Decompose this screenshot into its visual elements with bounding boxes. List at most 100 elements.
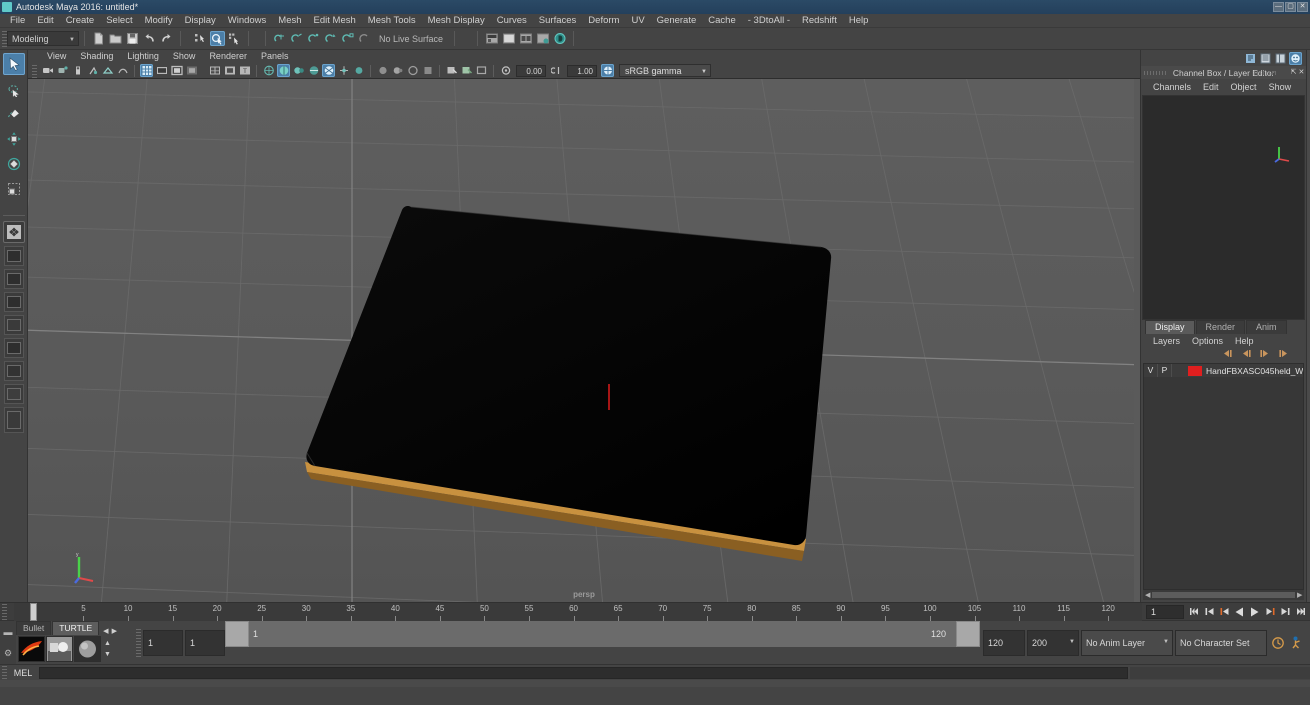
undo-icon[interactable] [142,31,157,46]
grid-toggle-icon[interactable] [101,64,114,77]
shadows-icon[interactable] [337,64,350,77]
shelf-options-icon[interactable]: ⚙ [3,648,13,658]
menu-3dtoall[interactable]: - 3DtoAll - [742,14,796,28]
select-by-object-icon[interactable] [210,31,225,46]
outliner-persp-layout[interactable] [3,384,24,404]
channel-edit-menu[interactable]: Edit [1197,82,1225,92]
shelf-scroll-up-icon[interactable]: ▲ [104,640,111,647]
persp-outliner-layout[interactable] [3,315,24,335]
options-menu[interactable]: Options [1186,336,1229,346]
layer-row[interactable]: V P HandFBXASC045held_W [1144,364,1304,377]
snap-to-point-icon[interactable] [306,31,321,46]
playback-end-field[interactable]: 200 [1027,629,1079,656]
exposure-preset-icon[interactable] [208,64,221,77]
animation-preferences-icon[interactable] [1289,635,1307,650]
shaded-wireframe-icon[interactable] [292,64,305,77]
move-tool[interactable] [3,128,25,150]
mel-command-input[interactable] [39,666,1128,679]
panel-grip-left[interactable] [1144,71,1166,75]
menu-deform[interactable]: Deform [582,14,625,28]
menu-edit[interactable]: Edit [31,14,59,28]
smooth-shade-icon[interactable] [277,64,290,77]
menu-select[interactable]: Select [100,14,138,28]
layer-name[interactable]: HandFBXASC045held_W [1204,366,1303,376]
play-forwards-icon[interactable] [1248,605,1261,619]
shelf-next-icon[interactable]: ▶ [112,627,117,635]
menu-help[interactable]: Help [843,14,875,28]
scroll-right-icon[interactable]: ▶ [1297,591,1302,599]
close-button[interactable]: ✕ [1297,2,1308,12]
undock-icon[interactable]: ⇱ [1291,68,1297,76]
auto-keyframe-icon[interactable] [1269,635,1287,650]
menu-modify[interactable]: Modify [139,14,179,28]
multisample-icon[interactable] [391,64,404,77]
exposure-field[interactable]: 0.00 [516,64,546,77]
ipr-render-icon[interactable] [501,31,516,46]
open-scene-icon[interactable] [108,31,123,46]
menu-file[interactable]: File [4,14,31,28]
close-icon[interactable]: ✕ [1298,68,1304,76]
two-d-pan-zoom-icon[interactable] [86,64,99,77]
scrollbar-thumb[interactable] [1152,592,1295,598]
menu-mesh[interactable]: Mesh [272,14,307,28]
viewport-3d[interactable]: y persp [28,79,1140,602]
show-attribute-editor-icon[interactable] [1244,52,1257,65]
isolate-select-icon[interactable] [421,64,434,77]
step-back-keyframe-icon[interactable] [1203,605,1216,619]
layer-playback-toggle[interactable]: P [1158,364,1172,377]
textured-icon[interactable] [307,64,320,77]
move-layer-up-icon[interactable] [1241,349,1252,361]
snap-to-grid-icon[interactable] [272,31,287,46]
range-start-field[interactable]: 1 [185,629,225,656]
viewport-canvas[interactable] [28,79,1134,602]
redo-icon[interactable] [159,31,174,46]
xray-joints-icon[interactable] [460,64,473,77]
range-slider-right-handle[interactable] [956,621,980,647]
menu-redshift[interactable]: Redshift [796,14,843,28]
go-to-end-icon[interactable] [1293,605,1306,619]
cv-toggle-icon[interactable] [116,64,129,77]
show-tool-settings-icon[interactable] [1259,52,1272,65]
window-controls[interactable]: — ▢ ✕ [1273,2,1308,12]
color-management-selector[interactable]: sRGB gamma [619,64,711,78]
xray-icon[interactable] [445,64,458,77]
save-scene-icon[interactable] [125,31,140,46]
range-slider-left-handle[interactable] [225,621,249,647]
paint-select-tool[interactable] [3,103,25,125]
screen-space-ao-icon[interactable] [352,64,365,77]
shelf-tab-bullet[interactable]: Bullet [16,621,52,635]
four-view-layout[interactable] [3,269,24,289]
step-back-frame-icon[interactable] [1218,605,1231,619]
select-tool[interactable] [2,53,25,75]
menu-uv[interactable]: UV [625,14,650,28]
menu-display[interactable]: Display [179,14,222,28]
rotate-tool[interactable] [3,153,25,175]
blank-layout[interactable] [3,407,24,433]
wireframe-icon[interactable] [262,64,275,77]
step-forward-frame-icon[interactable] [1263,605,1276,619]
anim-start-field[interactable]: 1 [143,629,183,656]
single-perspective-layout[interactable] [3,246,24,266]
select-by-component-icon[interactable] [227,31,242,46]
menu-generate[interactable]: Generate [651,14,703,28]
texture-border-icon[interactable]: T [238,64,251,77]
layer-visibility-toggle[interactable]: V [1144,364,1158,377]
gamma-field[interactable]: 1.00 [567,64,597,77]
turtle-texture-icon[interactable] [74,636,101,662]
xray-display-icon[interactable] [223,64,236,77]
render-current-frame-icon[interactable] [484,31,499,46]
layer-help-menu[interactable]: Help [1229,336,1260,346]
channel-object-menu[interactable]: Object [1225,82,1263,92]
layer-color-swatch[interactable] [1188,365,1202,376]
menu-mesh-tools[interactable]: Mesh Tools [362,14,422,28]
layer-list-scrollbar[interactable]: ◀ ▶ [1143,590,1305,600]
menu-cache[interactable]: Cache [702,14,741,28]
lasso-select-tool[interactable] [3,78,25,100]
shelf-prev-icon[interactable]: ◀ [103,627,108,635]
new-scene-icon[interactable] [91,31,106,46]
play-backwards-icon[interactable] [1233,605,1246,619]
gamma-icon[interactable] [550,64,563,77]
tab-render[interactable]: Render [1195,320,1246,334]
tab-anim[interactable]: Anim [1246,320,1287,334]
channel-show-menu[interactable]: Show [1263,82,1298,92]
